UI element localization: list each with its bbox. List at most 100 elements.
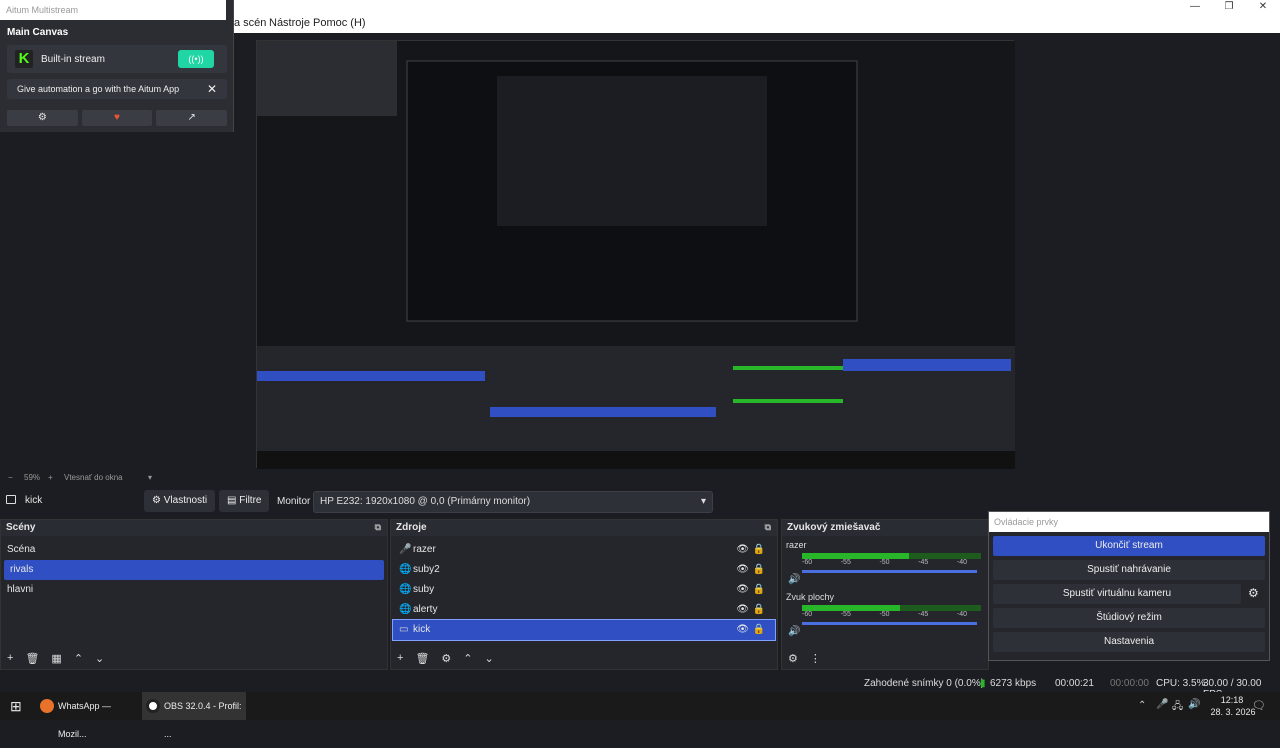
eye-icon[interactable]: 👁 [736,580,749,600]
tray-expand-icon[interactable]: ⌃ [1138,700,1146,711]
properties-button[interactable]: ⚙ Vlastnosti [144,490,216,512]
restore-icon[interactable]: ❐ [1212,0,1246,14]
source-item[interactable]: 🎤 razer 👁 🔒 [393,540,775,560]
windows-start-icon[interactable]: ⊞ [10,698,22,715]
start-virtual-camera-button[interactable]: Spustiť virtuálnu kameru [993,584,1241,604]
settings-button[interactable]: Nastavenia [993,632,1265,652]
more-options-icon[interactable]: ⋮ [810,652,821,665]
share-button[interactable]: ↗ [156,110,228,126]
scenes-dock: Scény ⧉ Scéna rivals hlavni + 🗑 ▦ ⌃ ⌄ [0,519,388,670]
sources-title: Zdroje [396,522,427,533]
volume-icon[interactable]: 🔊 [1188,699,1200,710]
chevron-down-icon[interactable]: ▾ [148,473,152,482]
trash-icon[interactable]: 🗑 [415,652,429,665]
zoom-decrease-button[interactable]: − [8,473,13,482]
scene-item[interactable]: hlavni [1,580,387,600]
filters-button[interactable]: ▤ Filtre [219,490,270,512]
menu-tools[interactable]: Nástroje [269,17,310,29]
gear-icon[interactable]: ⚙ [1248,586,1259,600]
heart-button[interactable]: ♥ [81,110,153,126]
controls-dock: Ovládacie prvky Ukončiť stream Spustiť n… [988,511,1270,661]
volume-meter-fill [802,605,901,611]
monitor-icon [6,495,16,504]
trash-icon[interactable]: 🗑 [25,652,39,665]
volume-meter [802,605,981,611]
eye-icon[interactable]: 👁 [736,620,749,640]
scene-item-selected[interactable]: rivals [4,560,384,580]
aitum-titlebar: Aitum Multistream [0,0,226,20]
eye-icon[interactable]: 👁 [736,540,749,560]
start-recording-button[interactable]: Spustiť nahrávanie [993,560,1265,580]
settings-button[interactable]: ⚙ [7,110,78,126]
volume-slider[interactable] [802,570,977,573]
notification-icon[interactable]: 🗨 [1252,699,1266,712]
move-up-icon[interactable]: ⌃ [74,652,83,665]
sources-dock: Zdroje ⧉ 🎤 razer 👁 🔒 🌐 suby2 👁 🔒 🌐 suby 👁 🔒 🌐 alert… [390,519,778,670]
undock-icon[interactable]: ⧉ [375,522,381,533]
scene-item[interactable]: Scéna [1,540,387,560]
speaker-icon[interactable]: 🔊 [788,626,800,637]
controls-title: Ovládacie prvky [989,512,1269,532]
volume-meter [802,553,981,559]
scenes-title: Scény [6,522,36,533]
source-item[interactable]: 🌐 alerty 👁 🔒 [393,600,775,620]
mixer-track: Zvuk plochy -60 -55 -50 -45 -40 🔊 [786,592,981,637]
advanced-audio-icon[interactable]: ⚙ [788,652,798,665]
source-item[interactable]: 🌐 suby2 👁 🔒 [393,560,775,580]
move-down-icon[interactable]: ⌄ [95,652,104,665]
clock-time[interactable]: 12:18 [1212,695,1252,705]
track-name: razer [786,540,807,550]
stop-stream-button[interactable]: Ukončiť stream [993,536,1265,556]
close-icon[interactable]: ✕ [1246,0,1280,14]
lock-icon[interactable]: 🔒 [753,600,765,620]
eye-icon[interactable]: 👁 [736,560,749,580]
status-bar: Zahodené snímky 0 (0.0%) ▮ 6273 kbps 00:… [0,674,1280,700]
volume-meter-fill [802,553,910,559]
volume-slider[interactable] [802,622,977,625]
aitum-multistream-panel: Aitum Multistream Main Canvas K Built-in… [0,0,234,132]
source-item-selected[interactable]: ▭ kick 👁 🔒 [392,619,776,641]
move-down-icon[interactable]: ⌄ [485,652,494,665]
preview-screen-capture [257,41,1015,469]
zoom-bar: − 59% + Vtesnať do okna ▾ [0,473,300,485]
filter-icon[interactable]: ▦ [51,652,61,665]
lock-icon[interactable]: 🔒 [753,620,765,640]
zoom-fit-select[interactable]: Vtesnať do okna [64,473,123,482]
builtin-stream-row: K Built-in stream ((•)) [7,45,227,73]
eye-icon[interactable]: 👁 [736,600,749,620]
menu-scene[interactable]: a scén [234,17,266,29]
stream-label: Built-in stream [41,54,105,65]
network-icon[interactable]: 🖧 [1172,699,1183,716]
promo-banner: Give automation a go with the Aitum App … [7,79,227,99]
stream-toggle-button[interactable]: ((•)) [178,50,214,68]
lock-icon[interactable]: 🔒 [753,560,765,580]
menu-help[interactable]: Pomoc (H) [313,17,366,29]
stream-time: 00:00:21 [1055,678,1094,689]
zoom-increase-button[interactable]: + [48,473,53,482]
add-icon[interactable]: + [7,652,13,665]
speaker-icon[interactable]: 🔊 [788,574,800,585]
obs-icon [146,699,160,713]
taskbar-app-whatsapp[interactable]: WhatsApp — Mozil... [36,692,140,739]
signal-icon: ▮ [980,678,986,689]
monitor-select[interactable]: HP E232: 1920x1080 @ 0,0 (Primárny monit… [313,491,713,513]
source-item[interactable]: 🌐 suby 👁 🔒 [393,580,775,600]
studio-mode-button[interactable]: Štúdiový režim [993,608,1265,628]
gear-icon[interactable]: ⚙ [441,652,451,665]
main-canvas-heading: Main Canvas [7,27,69,38]
move-up-icon[interactable]: ⌃ [463,652,472,665]
preview-canvas[interactable] [256,40,1015,469]
minimize-icon[interactable]: — [1178,0,1212,14]
microphone-icon[interactable]: 🎤 [1156,699,1168,710]
bitrate: 6273 kbps [990,678,1037,689]
promo-close-button[interactable]: ✕ [207,82,217,96]
current-source-name: kick [25,495,43,506]
mixer-track: razer -60 -55 -50 -45 -40 🔊 [786,540,981,585]
add-icon[interactable]: + [397,652,403,665]
lock-icon[interactable]: 🔒 [753,540,765,560]
undock-icon[interactable]: ⧉ [765,522,771,533]
meter-scale: -60 -55 -50 -45 -40 [802,611,967,618]
lock-icon[interactable]: 🔒 [753,580,765,600]
taskbar-app-obs[interactable]: OBS 32.0.4 - Profil: ... [142,692,246,739]
mixer-title: Zvukový zmiešavač [787,522,881,533]
